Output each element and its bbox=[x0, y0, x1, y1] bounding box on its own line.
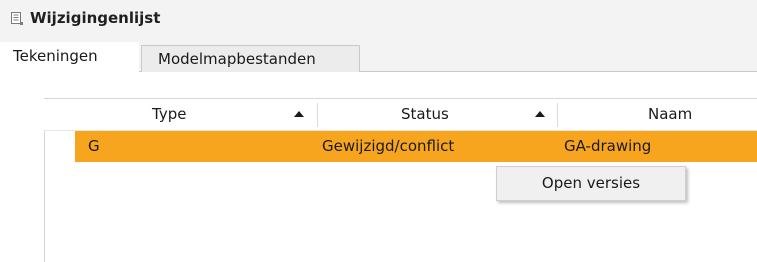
cell-type: G bbox=[88, 137, 100, 155]
column-header-naam[interactable]: Naam bbox=[648, 99, 692, 130]
panel-titlebar: Wijzigingenlijst bbox=[0, 0, 757, 36]
column-header-type[interactable]: Type bbox=[152, 99, 186, 130]
grid-header: Type Status Naam bbox=[44, 99, 757, 131]
cell-naam: GA-drawing bbox=[564, 137, 652, 155]
panel-title: Wijzigingenlijst bbox=[30, 9, 161, 27]
column-header-status[interactable]: Status bbox=[401, 99, 449, 130]
column-separator[interactable] bbox=[557, 103, 558, 127]
cell-status: Gewijzigd/conflict bbox=[322, 137, 455, 155]
sort-ascending-icon[interactable] bbox=[294, 111, 304, 117]
tab-modelmapbestanden[interactable]: Modelmapbestanden bbox=[141, 45, 360, 72]
list-document-icon bbox=[11, 12, 23, 25]
menu-item-open-versies[interactable]: Open versies bbox=[497, 167, 685, 200]
sort-ascending-icon[interactable] bbox=[535, 111, 545, 117]
tab-tekeningen[interactable]: Tekeningen bbox=[0, 42, 139, 73]
column-separator[interactable] bbox=[317, 103, 318, 127]
table-row[interactable]: G Gewijzigd/conflict GA-drawing bbox=[75, 131, 757, 162]
context-menu: Open versies bbox=[496, 166, 686, 201]
